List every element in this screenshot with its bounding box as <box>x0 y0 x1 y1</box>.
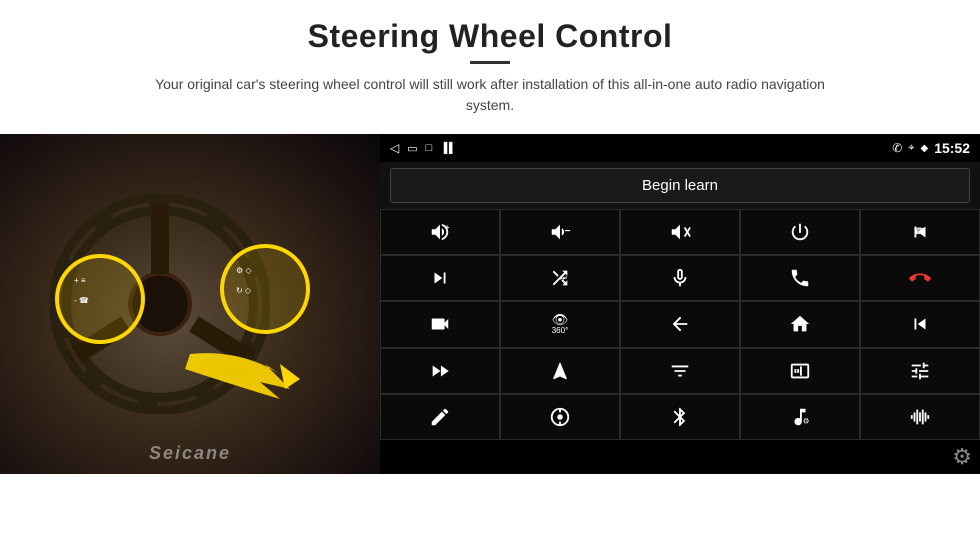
prev-track-button[interactable]: ☎ <box>860 209 980 255</box>
subtitle-text: Your original car's steering wheel contr… <box>140 74 840 116</box>
bottom-bar: ⚙ <box>380 440 980 474</box>
camera-button[interactable] <box>380 301 500 347</box>
status-time: 15:52 <box>934 140 970 156</box>
vol-down-button[interactable]: − <box>500 209 620 255</box>
eq-button[interactable] <box>620 348 740 394</box>
camera-icon <box>429 313 451 335</box>
dashboard-icon <box>549 406 571 428</box>
360-icon: 👁 360° <box>552 313 569 336</box>
phone-status-icon: ✆ <box>892 141 902 155</box>
status-bar: ◁ ▭ □ ▐▐ ✆ ⌖ ◆ 15:52 <box>380 134 980 162</box>
power-button[interactable] <box>740 209 860 255</box>
pen-button[interactable] <box>380 394 500 440</box>
tuner-button[interactable] <box>860 348 980 394</box>
bluetooth-icon <box>669 406 691 428</box>
home-nav-icon[interactable]: ▭ <box>407 142 417 155</box>
360-view-button[interactable]: 👁 360° <box>500 301 620 347</box>
status-left-icons: ◁ ▭ □ ▐▐ <box>390 141 450 155</box>
navigate-button[interactable] <box>500 348 620 394</box>
page-title: Steering Wheel Control <box>60 18 920 55</box>
vol-up-icon: + <box>429 221 451 243</box>
navigate-icon <box>549 360 571 382</box>
head-unit-ui: ◁ ▭ □ ▐▐ ✆ ⌖ ◆ 15:52 Begin learn <box>380 134 980 474</box>
shuffle-icon: ⏭ <box>549 267 571 289</box>
steering-wheel-photo: + ≡ - ☎ ⚙ ◇ ↻ ◇ Seicane <box>0 134 380 474</box>
page-wrapper: Steering Wheel Control Your original car… <box>0 0 980 544</box>
highlight-circle-left: + ≡ - ☎ <box>55 254 145 344</box>
shuffle-button[interactable]: ⏭ <box>500 255 620 301</box>
fast-forward-button[interactable] <box>380 348 500 394</box>
home-button[interactable] <box>740 301 860 347</box>
bluetooth-button[interactable] <box>620 394 740 440</box>
vol-down-icon: − <box>549 221 571 243</box>
svg-text:−: − <box>565 226 571 237</box>
settings-gear-button[interactable]: ⚙ <box>952 444 972 470</box>
location-icon: ⌖ <box>908 142 914 155</box>
recents-nav-icon[interactable]: □ <box>426 142 433 154</box>
back-button[interactable] <box>620 301 740 347</box>
microphone-icon <box>669 267 691 289</box>
power-icon <box>789 221 811 243</box>
back-nav-icon[interactable]: ◁ <box>390 141 399 155</box>
skip-forward-icon <box>429 267 451 289</box>
svg-text:⚙ ◇: ⚙ ◇ <box>236 266 252 275</box>
svg-text:+: + <box>445 223 450 232</box>
call-icon <box>789 267 811 289</box>
media-button[interactable] <box>740 348 860 394</box>
back-icon <box>669 313 691 335</box>
music-icon: ⚙ <box>789 406 811 428</box>
begin-learn-row: Begin learn <box>380 162 980 209</box>
music-button[interactable]: ⚙ <box>740 394 860 440</box>
seicane-logo: Seicane <box>149 443 231 464</box>
header-section: Steering Wheel Control Your original car… <box>0 0 980 126</box>
svg-text:⚙: ⚙ <box>803 416 810 425</box>
svg-text:☎: ☎ <box>914 226 925 236</box>
home-icon <box>789 313 811 335</box>
prev-track-icon: ☎ <box>909 221 931 243</box>
content-area: + ≡ - ☎ ⚙ ◇ ↻ ◇ Seicane <box>0 134 980 544</box>
icon-grid: + − ☎ ⏭ <box>380 209 980 440</box>
fast-forward-icon <box>429 360 451 382</box>
microphone-button[interactable] <box>620 255 740 301</box>
skip-back-button[interactable] <box>860 301 980 347</box>
waveform-icon <box>909 406 931 428</box>
yellow-arrow <box>180 334 330 414</box>
pen-icon <box>429 406 451 428</box>
skip-forward-button[interactable] <box>380 255 500 301</box>
title-divider <box>470 61 510 64</box>
highlight-circle-right: ⚙ ◇ ↻ ◇ <box>220 244 310 334</box>
tuner-icon <box>909 360 931 382</box>
vol-up-button[interactable]: + <box>380 209 500 255</box>
hangup-button[interactable] <box>860 255 980 301</box>
mute-icon <box>669 221 691 243</box>
signal-icon: ▐▐ <box>440 143 450 154</box>
mute-button[interactable] <box>620 209 740 255</box>
hangup-icon <box>909 267 931 289</box>
media-icon <box>789 360 811 382</box>
begin-learn-button[interactable]: Begin learn <box>390 168 970 203</box>
svg-text:↻ ◇: ↻ ◇ <box>236 286 252 295</box>
eq-icon <box>669 360 691 382</box>
call-button[interactable] <box>740 255 860 301</box>
svg-text:- ☎: - ☎ <box>74 296 89 305</box>
svg-text:+ ≡: + ≡ <box>74 276 86 285</box>
dashboard-button[interactable] <box>500 394 620 440</box>
svg-text:⏭: ⏭ <box>560 273 567 282</box>
status-right-icons: ✆ ⌖ ◆ 15:52 <box>892 140 970 156</box>
waveform-button[interactable] <box>860 394 980 440</box>
wifi-icon: ◆ <box>920 143 928 154</box>
skip-back-icon <box>909 313 931 335</box>
